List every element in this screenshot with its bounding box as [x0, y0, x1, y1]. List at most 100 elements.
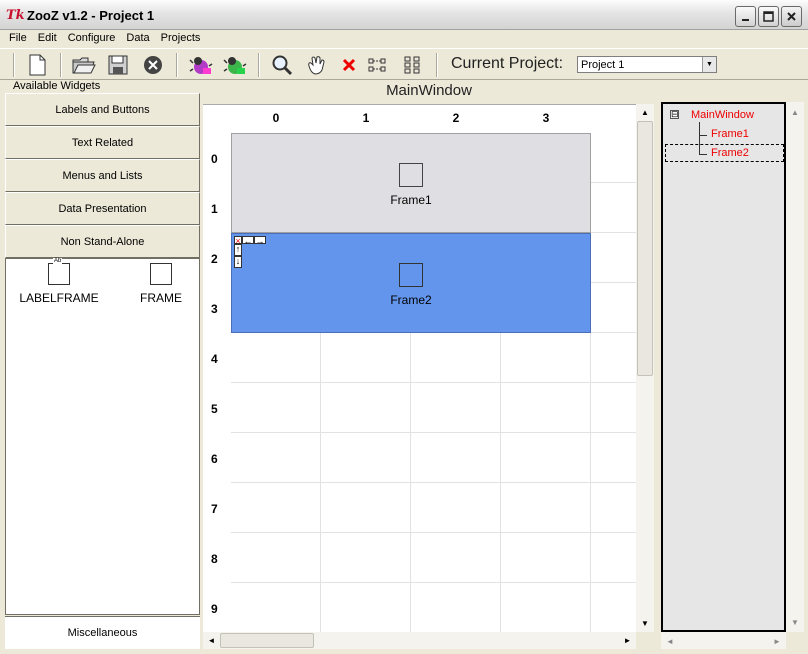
- category-text-related[interactable]: Text Related: [5, 126, 200, 159]
- open-button[interactable]: [71, 52, 97, 78]
- scroll-up-icon[interactable]: ▲: [787, 104, 803, 120]
- menu-file[interactable]: File: [4, 30, 33, 48]
- run-button[interactable]: [222, 52, 248, 78]
- grid-cell[interactable]: [591, 283, 636, 333]
- frame2-label: Frame2: [390, 293, 432, 307]
- scroll-left-icon[interactable]: ◄: [662, 633, 678, 649]
- grid-cell[interactable]: [321, 383, 411, 433]
- grid-cell[interactable]: [591, 433, 636, 483]
- menu-data[interactable]: Data: [121, 30, 155, 48]
- grid-cell[interactable]: [591, 183, 636, 233]
- menu-configure[interactable]: Configure: [63, 30, 122, 48]
- widget-label: FRAME: [140, 291, 182, 305]
- grow-down-handle-icon[interactable]: ↓: [234, 256, 242, 268]
- zoom-button[interactable]: [269, 52, 295, 78]
- grid-cell[interactable]: [591, 533, 636, 583]
- shrink-left-handle-icon[interactable]: ←: [242, 236, 254, 246]
- canvas-vertical-scrollbar[interactable]: ▲ ▼: [636, 104, 654, 632]
- menu-projects[interactable]: Projects: [156, 30, 207, 48]
- grow-right-handle-icon[interactable]: →: [254, 236, 266, 246]
- align-icon: [368, 58, 386, 72]
- grid-cell[interactable]: [411, 583, 501, 632]
- grid-cell[interactable]: [411, 433, 501, 483]
- menu-edit[interactable]: Edit: [33, 30, 63, 48]
- grid-cell[interactable]: [501, 333, 591, 383]
- scroll-right-icon[interactable]: ►: [619, 632, 636, 649]
- collapse-icon[interactable]: ⊟: [670, 110, 679, 119]
- pan-button[interactable]: [303, 52, 329, 78]
- grid-cell[interactable]: [501, 583, 591, 632]
- frame2-widget[interactable]: × ← → ↑ ↓ Frame2: [231, 233, 591, 333]
- close-icon: [787, 12, 796, 21]
- grid-cell[interactable]: [321, 483, 411, 533]
- scroll-thumb[interactable]: [637, 121, 653, 376]
- grid-cell[interactable]: [321, 583, 411, 632]
- grid-cell[interactable]: [411, 383, 501, 433]
- grid-cell[interactable]: [411, 483, 501, 533]
- project-select[interactable]: Project 1 ▼: [577, 56, 717, 73]
- category-non-stand-alone[interactable]: Non Stand-Alone: [5, 225, 200, 258]
- scroll-left-icon[interactable]: ◄: [203, 632, 220, 649]
- grid-cell[interactable]: [231, 433, 321, 483]
- grid-cell[interactable]: [231, 483, 321, 533]
- grid-cell[interactable]: [591, 233, 636, 283]
- category-miscellaneous[interactable]: Miscellaneous: [5, 616, 200, 649]
- delete-icon: [342, 58, 356, 72]
- grid-cell[interactable]: [501, 433, 591, 483]
- scroll-down-icon[interactable]: ▼: [787, 614, 803, 630]
- column-header: 1: [362, 111, 370, 125]
- canvas-horizontal-scrollbar[interactable]: ◄ ►: [203, 632, 636, 649]
- toolbar-separator: [13, 53, 15, 77]
- save-button[interactable]: [105, 52, 131, 78]
- grid-button[interactable]: [399, 52, 425, 78]
- category-labels-and-buttons[interactable]: Labels and Buttons: [5, 93, 200, 126]
- scroll-right-icon[interactable]: ►: [769, 633, 785, 649]
- grid-cell[interactable]: [321, 433, 411, 483]
- debug-button[interactable]: [188, 52, 214, 78]
- grid-cell[interactable]: [501, 483, 591, 533]
- close-window-button[interactable]: [781, 6, 802, 27]
- labelframe-icon-text: Ab: [53, 258, 63, 264]
- new-file-button[interactable]: [24, 52, 50, 78]
- tree-node-mainwindow[interactable]: MainWindow: [691, 109, 754, 121]
- widget-labelframe[interactable]: Ab LABELFRAME: [14, 258, 104, 305]
- close-project-button[interactable]: [140, 52, 166, 78]
- menu-bar: File Edit Configure Data Projects: [0, 30, 808, 48]
- widget-frame[interactable]: FRAME: [124, 263, 198, 305]
- tree-node-frame2[interactable]: Frame2: [711, 147, 749, 159]
- scroll-thumb[interactable]: [220, 633, 314, 648]
- grid-cell[interactable]: [501, 383, 591, 433]
- grid-cell[interactable]: [591, 333, 636, 383]
- chevron-down-icon[interactable]: ▼: [702, 57, 716, 72]
- grid-cell[interactable]: [591, 583, 636, 632]
- minimize-button[interactable]: [735, 6, 756, 27]
- grid-cell[interactable]: [231, 533, 321, 583]
- grid-cell[interactable]: [231, 383, 321, 433]
- align-button[interactable]: [365, 52, 391, 78]
- category-data-presentation[interactable]: Data Presentation: [5, 192, 200, 225]
- grid-cell[interactable]: [411, 533, 501, 583]
- maximize-button[interactable]: [758, 6, 779, 27]
- window-title: ZooZ v1.2 - Project 1: [27, 8, 155, 23]
- frame-icon: [150, 263, 172, 285]
- grid-cell[interactable]: [501, 533, 591, 583]
- scroll-up-icon[interactable]: ▲: [636, 104, 654, 121]
- grid-cell[interactable]: [591, 133, 636, 183]
- design-grid[interactable]: 0 1 2 3 0 1 2 3 4 5 6 7 8 9 Frame1 × ← →…: [203, 104, 636, 632]
- grid-cell[interactable]: [411, 333, 501, 383]
- grid-cell[interactable]: [231, 583, 321, 632]
- tree-vertical-scrollbar[interactable]: ▲ ▼: [786, 102, 804, 632]
- shrink-up-handle-icon[interactable]: ↑: [234, 244, 242, 256]
- tree-horizontal-scrollbar[interactable]: ◄ ►: [661, 632, 786, 649]
- grid-cell[interactable]: [591, 383, 636, 433]
- grid-cell[interactable]: [231, 333, 321, 383]
- scroll-down-icon[interactable]: ▼: [636, 615, 654, 632]
- grid-cell[interactable]: [321, 533, 411, 583]
- tree-node-frame1[interactable]: Frame1: [711, 128, 749, 140]
- remove-handle-icon[interactable]: ×: [234, 236, 242, 246]
- delete-button[interactable]: [336, 52, 362, 78]
- category-menus-and-lists[interactable]: Menus and Lists: [5, 159, 200, 192]
- grid-cell[interactable]: [591, 483, 636, 533]
- grid-cell[interactable]: [321, 333, 411, 383]
- frame1-widget[interactable]: Frame1: [231, 133, 591, 233]
